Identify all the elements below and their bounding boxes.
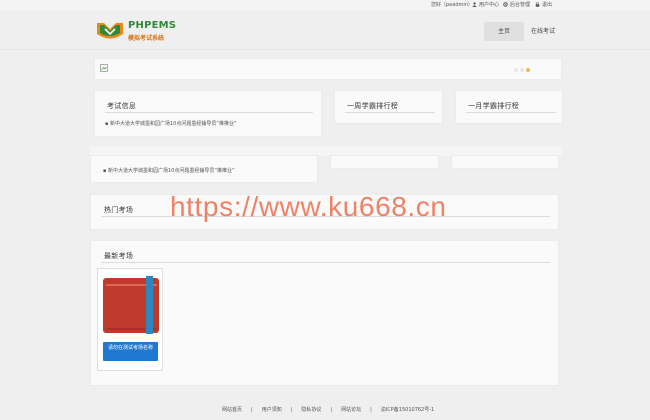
week-rank-panel-duplicate — [330, 155, 439, 169]
user-center-label: 用户中心 — [479, 2, 500, 8]
nav-home-label: 主页 — [497, 28, 510, 35]
divider — [105, 112, 313, 113]
user-greeting[interactable]: 您好（peadmin） — [431, 1, 473, 8]
nav-online-exam[interactable]: 在线考试 — [526, 22, 560, 41]
footer-separator: | — [330, 406, 333, 413]
logo-emblem[interactable] — [96, 21, 124, 42]
footer-separator: | — [251, 406, 253, 413]
book-icon — [103, 276, 159, 334]
enter-exam-button[interactable]: 请勿在测试考场名称 — [103, 342, 158, 361]
exam-info-item[interactable]: ▪ 新中大道大学城墨和园广场10点问题墨经辅导员“推推业” — [105, 120, 237, 127]
watermark-text: https://www.ku668.cn — [170, 191, 447, 222]
slider-dot[interactable] — [520, 68, 524, 72]
banner-slider — [94, 58, 562, 80]
user-icon — [472, 2, 477, 7]
logo-text: PHPEMS — [128, 20, 177, 31]
footer-link-home[interactable]: 网站首页 — [222, 406, 242, 413]
nav-home[interactable]: 主页 — [484, 22, 524, 41]
user-greeting-label: 您好（peadmin） — [431, 2, 473, 8]
footer-icp[interactable]: 渝ICP备15010762号-1 — [381, 406, 434, 413]
divider — [345, 112, 435, 113]
footer-link-privacy[interactable]: 隐私协议 — [301, 406, 321, 413]
logout-label: 退出 — [542, 2, 553, 8]
logo-subtitle: 模拟考试系统 — [128, 35, 165, 42]
new-exams-title: 最新考场 — [104, 252, 134, 260]
enter-exam-button-label: 请勿在测试考场名称 — [107, 345, 153, 351]
slider-dot[interactable] — [514, 68, 518, 72]
new-exams-panel: 最新考场 请勿在测试考场名称 — [90, 240, 559, 386]
footer-link-forum[interactable]: 网站论坛 — [341, 406, 361, 413]
exam-info-item-label: 新中大道大学城墨和园广场10点问题墨经辅导员“推推业” — [109, 121, 237, 127]
logout-link[interactable]: 退出 — [535, 1, 552, 8]
nav-online-exam-label: 在线考试 — [530, 28, 555, 35]
divider — [101, 262, 550, 263]
exam-info-title: 考试信息 — [107, 102, 137, 110]
month-rank-panel-duplicate — [451, 155, 559, 169]
broken-image-icon — [100, 64, 108, 72]
gear-icon — [503, 2, 508, 7]
exam-info-item[interactable]: ▪ 新中大道大学城墨和园广场10点问题墨经辅导员“推推业” — [103, 167, 235, 174]
slider-dot-active[interactable] — [526, 68, 530, 72]
footer: 网站首页 | 用户须知 | 隐私协议 | 网站论坛 | 渝ICP备1501076… — [222, 406, 434, 414]
month-rank-title: 一月学霸排行榜 — [468, 102, 520, 110]
footer-link-terms[interactable]: 用户须知 — [262, 406, 282, 413]
week-rank-panel: 一周学霸排行榜 — [334, 90, 443, 124]
footer-separator: | — [290, 406, 293, 413]
admin-link[interactable]: 后台管理 — [503, 1, 530, 8]
exam-info-item-label: 新中大道大学城墨和园广场10点问题墨经辅导员“推推业” — [107, 168, 235, 174]
week-rank-title: 一周学霸排行榜 — [347, 102, 399, 110]
hot-exams-title: 热门考场 — [104, 206, 134, 214]
exam-card[interactable]: 请勿在测试考场名称 — [97, 268, 163, 371]
user-center-link[interactable]: 用户中心 — [472, 1, 499, 8]
exam-info-panel: 考试信息 ▪ 新中大道大学城墨和园广场10点问题墨经辅导员“推推业” — [94, 90, 322, 137]
lock-icon — [535, 2, 540, 7]
logo-shield-icon — [97, 23, 123, 39]
divider — [466, 112, 556, 113]
footer-separator: | — [370, 406, 372, 413]
exam-info-panel-duplicate: ▪ 新中大道大学城墨和园广场10点问题墨经辅导员“推推业” — [90, 155, 318, 183]
admin-label: 后台管理 — [510, 2, 531, 8]
month-rank-panel: 一月学霸排行榜 — [455, 90, 563, 124]
